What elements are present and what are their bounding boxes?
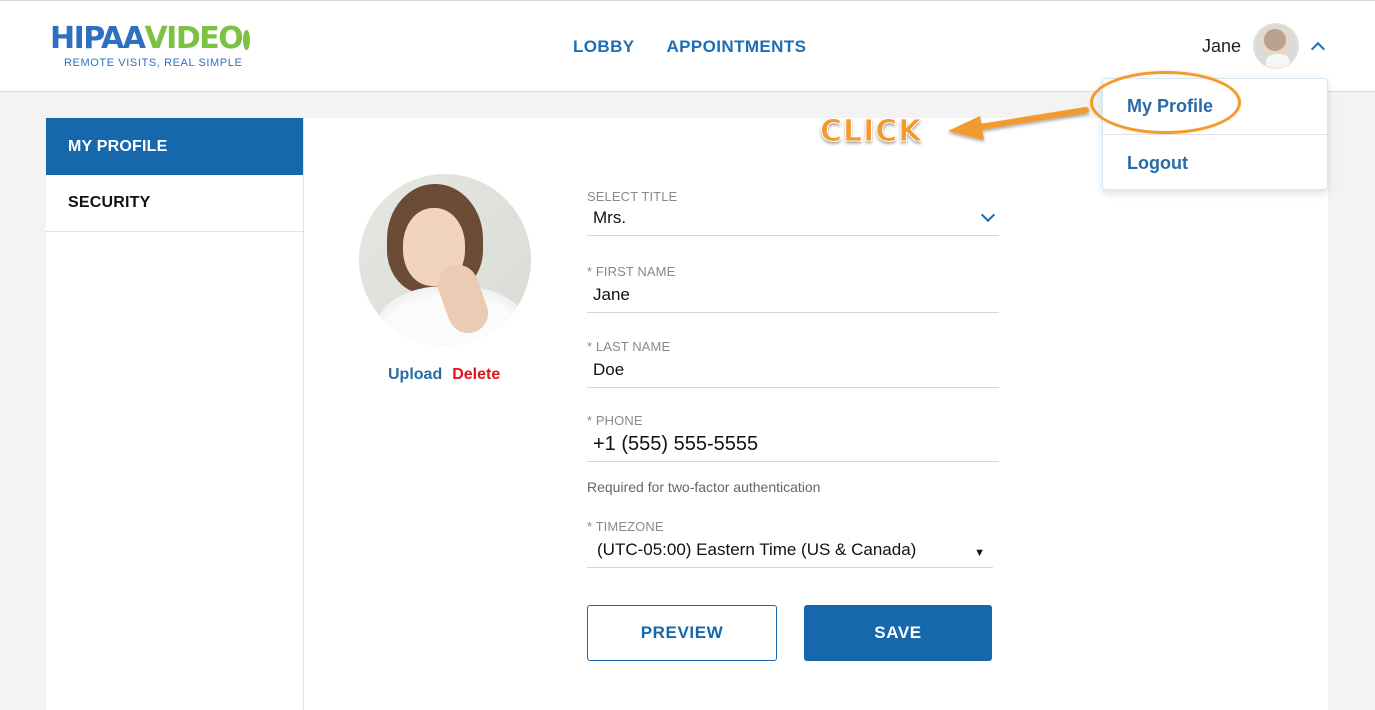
last-name-field: * LAST NAME Doe — [587, 339, 999, 388]
main-nav: LOBBY APPOINTMENTS — [573, 37, 806, 57]
hipaa-video-logo[interactable]: HIPAA VIDEO REMOTE VISITS, REAL SIMPLE — [50, 21, 258, 73]
last-name-input[interactable]: Doe — [587, 358, 999, 388]
upload-photo-link[interactable]: Upload — [388, 366, 442, 384]
settings-sidebar: MY PROFILE SECURITY — [46, 118, 304, 710]
timezone-label: * TIMEZONE — [587, 519, 664, 534]
preview-button[interactable]: PREVIEW — [587, 605, 777, 661]
profile-photo — [359, 174, 531, 346]
sidebar-item-my-profile[interactable]: MY PROFILE — [46, 118, 303, 175]
timezone-field: * TIMEZONE (UTC-05:00) Eastern Time (US … — [587, 519, 993, 568]
nav-lobby[interactable]: LOBBY — [573, 37, 635, 57]
save-button[interactable]: SAVE — [804, 605, 992, 661]
nav-appointments[interactable]: APPOINTMENTS — [667, 37, 807, 57]
delete-photo-link[interactable]: Delete — [452, 366, 500, 384]
arrow-icon — [948, 107, 1089, 140]
logo-wordmark: HIPAA VIDEO — [50, 21, 258, 56]
phone-field: * PHONE +1 (555) 555-5555 — [587, 413, 999, 462]
click-annotation: CLICK — [820, 114, 923, 150]
user-menu-toggle[interactable]: Jane — [1201, 23, 1326, 69]
first-name-label: * FIRST NAME — [587, 264, 676, 279]
logo-text-video: VIDEO — [144, 21, 243, 56]
menu-item-logout[interactable]: Logout — [1127, 153, 1188, 174]
chevron-down-icon — [980, 207, 996, 223]
photo-actions: Upload Delete — [388, 366, 500, 384]
title-label: SELECT TITLE — [587, 189, 678, 204]
user-name: Jane — [1201, 35, 1241, 56]
phone-input[interactable]: +1 (555) 555-5555 — [587, 432, 999, 462]
dropdown-arrow-icon: ▼ — [974, 547, 985, 559]
timezone-select[interactable]: (UTC-05:00) Eastern Time (US & Canada) ▼ — [587, 538, 993, 568]
title-select[interactable]: Mrs. — [587, 206, 999, 236]
highlight-ring — [1090, 71, 1241, 134]
sidebar-item-security[interactable]: SECURITY — [46, 175, 303, 232]
logo-text-hipaa: HIPAA — [50, 21, 146, 56]
title-field: SELECT TITLE Mrs. — [587, 189, 999, 236]
last-name-label: * LAST NAME — [587, 339, 671, 354]
phone-help-text: Required for two-factor authentication — [587, 479, 821, 495]
logo-tagline: REMOTE VISITS, REAL SIMPLE — [64, 57, 243, 69]
avatar — [1253, 23, 1299, 69]
phone-label: * PHONE — [587, 413, 643, 428]
chevron-up-icon — [1310, 41, 1326, 57]
menu-divider — [1103, 134, 1327, 135]
first-name-input[interactable]: Jane — [587, 283, 999, 313]
play-icon — [243, 29, 258, 50]
title-value: Mrs. — [593, 208, 627, 227]
timezone-value: (UTC-05:00) Eastern Time (US & Canada) — [597, 540, 917, 559]
first-name-field: * FIRST NAME Jane — [587, 264, 999, 313]
profile-card: MY PROFILE SECURITY Upload Delete SELECT… — [46, 118, 1328, 710]
